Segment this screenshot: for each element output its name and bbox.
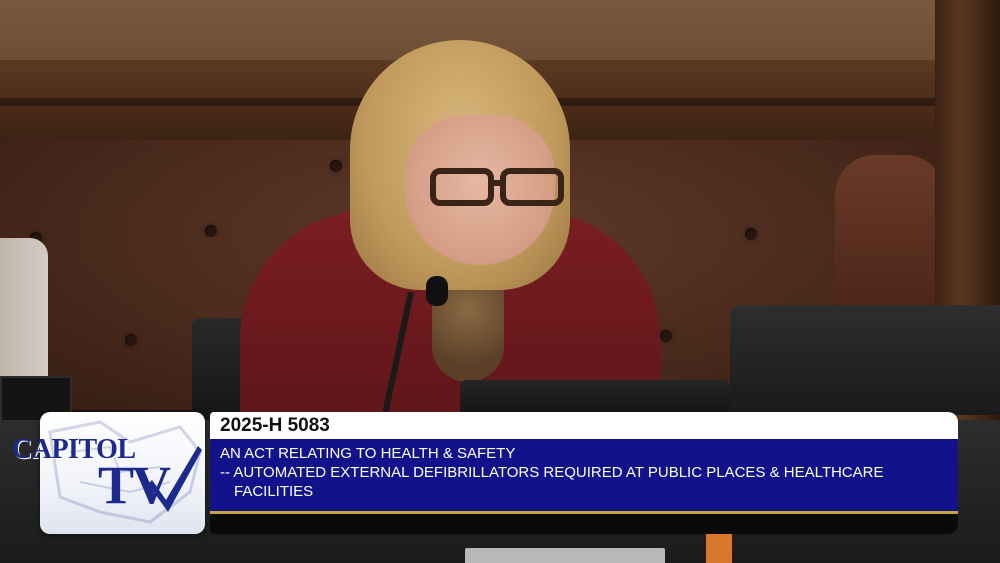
bill-number: 2025-H 5083 (220, 415, 330, 436)
chair-back-right (730, 305, 1000, 415)
microphone-icon (426, 276, 448, 306)
bill-header-bar: 2025-H 5083 (210, 412, 958, 439)
tuft-button (745, 228, 757, 240)
bill-subtitle-line-2: FACILITIES (234, 483, 314, 500)
bill-subtitle-line-1: -- AUTOMATED EXTERNAL DEFIBRILLATORS REQ… (220, 464, 884, 481)
bill-title: AN ACT RELATING TO HEALTH & SAFETY (220, 445, 516, 462)
glasses-bridge (488, 180, 502, 186)
tuft-button (660, 330, 672, 342)
name-placard (465, 548, 665, 563)
cup (706, 534, 732, 563)
bill-description-bar: AN ACT RELATING TO HEALTH & SAFETY -- AU… (210, 439, 958, 511)
glasses-right-lens (500, 168, 564, 206)
bill-footer-bar (210, 514, 958, 534)
checkmark-icon (148, 446, 202, 512)
video-frame: CAPITOL TV 2025-H 5083 AN ACT RELATING T… (0, 0, 1000, 563)
tuft-button (330, 160, 342, 172)
person-partial (0, 238, 48, 398)
tuft-button (125, 334, 137, 346)
glasses-left-lens (430, 168, 494, 206)
leather-bench-arm (835, 155, 945, 325)
tuft-button (205, 225, 217, 237)
